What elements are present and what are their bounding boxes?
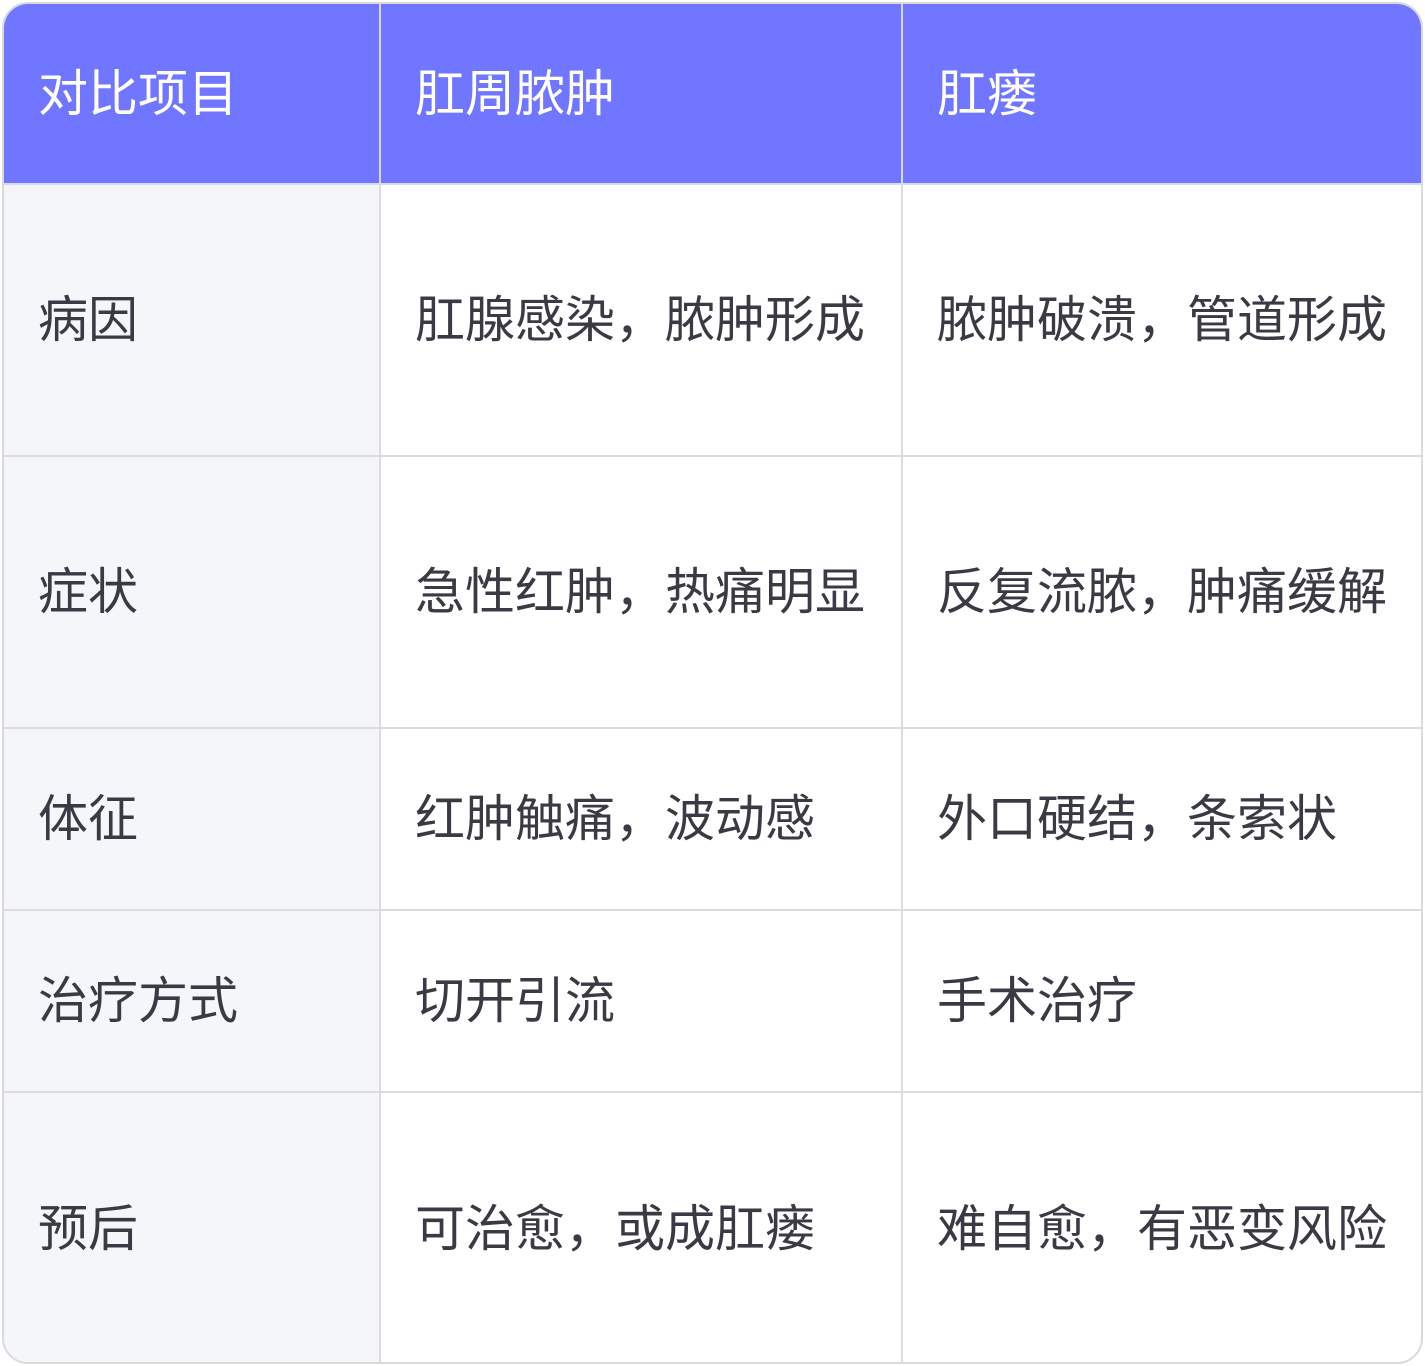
cell-fistula-cause: 脓肿破溃，管道形成: [901, 183, 1421, 457]
cell-abscess-prognosis: 可治愈，或成肛瘘: [379, 1091, 903, 1362]
row-label-cause: 病因: [4, 183, 381, 457]
row-label-prognosis: 预后: [4, 1091, 381, 1362]
cell-fistula-prognosis: 难自愈，有恶变风险: [901, 1091, 1421, 1362]
cell-fistula-treatment: 手术治疗: [901, 909, 1421, 1093]
table-row: 症状 急性红肿，热痛明显 反复流脓，肿痛缓解: [4, 455, 1421, 729]
comparison-table: 对比项目 肛周脓肿 肛瘘 病因 肛腺感染，脓肿形成 脓肿破溃，管道形成 症状 急…: [2, 2, 1423, 1364]
row-label-sign: 体征: [4, 727, 381, 911]
cell-abscess-treatment: 切开引流: [379, 909, 903, 1093]
row-label-treatment: 治疗方式: [4, 909, 381, 1093]
table-row: 病因 肛腺感染，脓肿形成 脓肿破溃，管道形成: [4, 183, 1421, 457]
cell-abscess-cause: 肛腺感染，脓肿形成: [379, 183, 903, 457]
header-perianal-abscess: 肛周脓肿: [379, 4, 903, 185]
table-header-row: 对比项目 肛周脓肿 肛瘘: [4, 4, 1421, 185]
cell-fistula-sign: 外口硬结，条索状: [901, 727, 1421, 911]
cell-fistula-symptom: 反复流脓，肿痛缓解: [901, 455, 1421, 729]
table-row: 体征 红肿触痛，波动感 外口硬结，条索状: [4, 727, 1421, 911]
cell-abscess-symptom: 急性红肿，热痛明显: [379, 455, 903, 729]
table-row: 治疗方式 切开引流 手术治疗: [4, 909, 1421, 1093]
comparison-table-grid: 对比项目 肛周脓肿 肛瘘 病因 肛腺感染，脓肿形成 脓肿破溃，管道形成 症状 急…: [4, 4, 1421, 1362]
table-row: 预后 可治愈，或成肛瘘 难自愈，有恶变风险: [4, 1091, 1421, 1362]
header-comparison-item: 对比项目: [4, 4, 381, 185]
cell-abscess-sign: 红肿触痛，波动感: [379, 727, 903, 911]
header-anal-fistula: 肛瘘: [901, 4, 1421, 185]
row-label-symptom: 症状: [4, 455, 381, 729]
